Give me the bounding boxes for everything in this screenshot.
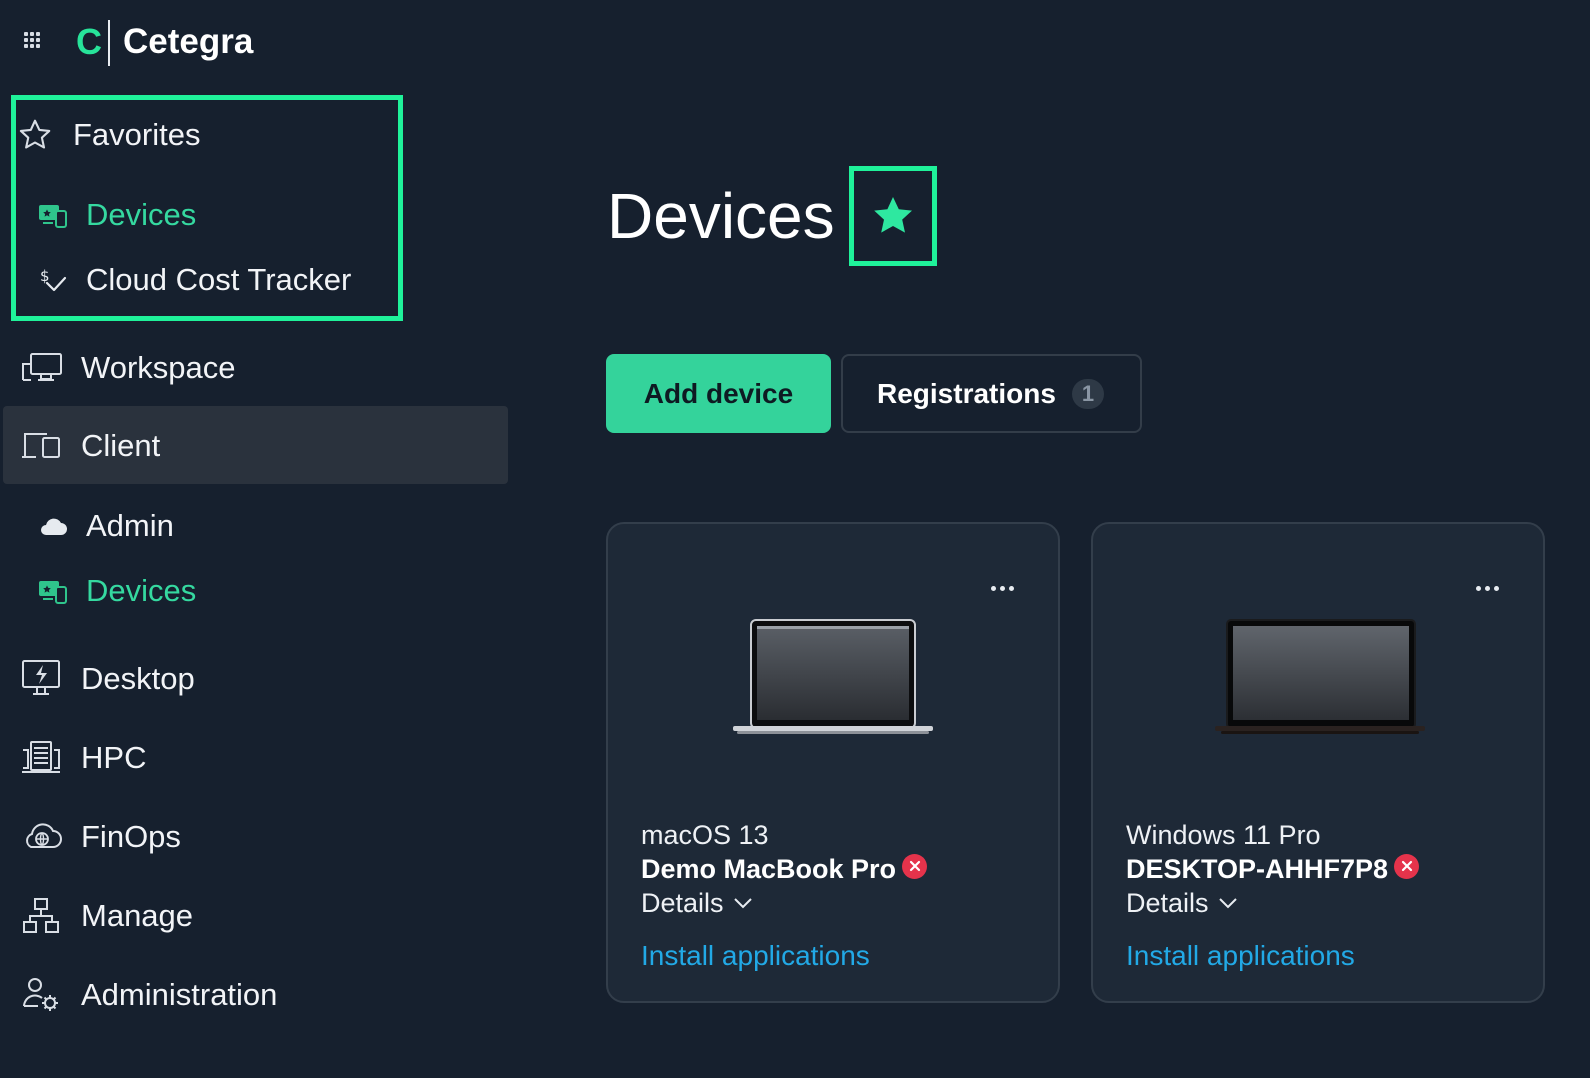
device-name-row: DESKTOP-AHHF7P8 (1126, 852, 1420, 886)
registrations-label: Registrations (877, 377, 1056, 409)
administration-icon (23, 978, 58, 1011)
page-title: Devices (607, 180, 835, 252)
sidebar-item-workspace[interactable]: Workspace (21, 348, 236, 388)
devices-icon (39, 581, 67, 604)
favorite-item-devices[interactable]: Devices (38, 195, 196, 235)
registrations-count-badge: 1 (1071, 378, 1104, 409)
favorite-cloud-cost-tracker-label: Cloud Cost Tracker (86, 262, 352, 297)
svg-text:$: $ (40, 267, 50, 285)
install-applications-link[interactable]: Install applications (641, 938, 870, 974)
sidebar-item-administration[interactable]: Administration (21, 975, 277, 1015)
favorite-item-cloud-cost-tracker[interactable]: $ Cloud Cost Tracker (38, 260, 351, 300)
app-name[interactable]: Cetegra (123, 20, 253, 64)
sidebar-item-finops[interactable]: FinOps (21, 817, 181, 857)
sidebar-item-finops-label: FinOps (81, 819, 181, 854)
sidebar-item-desktop[interactable]: Desktop (21, 659, 195, 699)
device-name-row: Demo MacBook Pro (641, 852, 928, 886)
laptop-image (608, 616, 1058, 736)
chevron-down-icon (1218, 898, 1237, 909)
sidebar-item-hpc-label: HPC (81, 740, 147, 775)
manage-icon (23, 898, 59, 933)
star-filled-icon (874, 197, 912, 233)
favorites-header[interactable]: Favorites (17, 115, 200, 155)
details-toggle[interactable]: Details (641, 886, 756, 920)
sidebar-subitem-admin-label: Admin (86, 508, 174, 543)
sidebar-item-hpc[interactable]: HPC (21, 738, 146, 778)
more-options-icon[interactable] (1473, 578, 1501, 598)
device-name: Demo MacBook Pro (641, 854, 897, 884)
add-device-button[interactable]: Add device (606, 354, 831, 433)
install-applications-link[interactable]: Install applications (1126, 938, 1355, 974)
sidebar-subitem-devices-label: Devices (86, 573, 197, 608)
device-os: macOS 13 (641, 820, 769, 850)
workspace-icon (22, 353, 62, 381)
app-launcher-icon[interactable] (24, 32, 44, 52)
sidebar-subitem-admin[interactable]: Admin (38, 506, 174, 546)
finops-icon (26, 823, 62, 848)
chevron-down-icon (733, 898, 752, 909)
desktop-icon (22, 660, 60, 695)
sidebar-subitem-devices[interactable]: Devices (38, 571, 196, 611)
sidebar-item-manage-label: Manage (81, 898, 194, 933)
device-os: Windows 11 Pro (1126, 820, 1321, 850)
hpc-icon (22, 741, 60, 773)
sidebar-item-manage[interactable]: Manage (21, 896, 193, 936)
details-label: Details (641, 888, 724, 918)
laptop-image (1093, 616, 1543, 736)
device-card[interactable]: macOS 13 Demo MacBook Pro Details Instal… (606, 522, 1060, 1003)
favorite-toggle-button[interactable] (849, 166, 937, 266)
client-icon (22, 433, 60, 458)
star-outline-icon (19, 119, 51, 149)
registrations-button[interactable]: Registrations 1 (841, 354, 1142, 433)
device-name: DESKTOP-AHHF7P8 (1126, 854, 1389, 884)
cloud-icon (41, 518, 67, 535)
details-label: Details (1126, 888, 1209, 918)
more-options-icon[interactable] (988, 578, 1016, 598)
devices-icon (39, 205, 67, 228)
sidebar-item-desktop-label: Desktop (81, 661, 195, 696)
favorite-devices-label: Devices (86, 197, 197, 232)
sidebar-item-workspace-label: Workspace (81, 350, 236, 385)
cost-tracker-icon: $ (40, 267, 67, 292)
logo-divider (108, 20, 110, 66)
device-card[interactable]: Windows 11 Pro DESKTOP-AHHF7P8 Details I… (1091, 522, 1545, 1003)
logo-mark: C (76, 21, 102, 62)
error-status-icon (1394, 853, 1420, 879)
sidebar-item-client-label: Client (81, 428, 161, 463)
sidebar-item-client[interactable]: Client (21, 426, 160, 466)
details-toggle[interactable]: Details (1126, 886, 1241, 920)
sidebar-item-administration-label: Administration (81, 977, 278, 1012)
favorites-label: Favorites (73, 117, 201, 152)
error-status-icon (902, 853, 928, 879)
